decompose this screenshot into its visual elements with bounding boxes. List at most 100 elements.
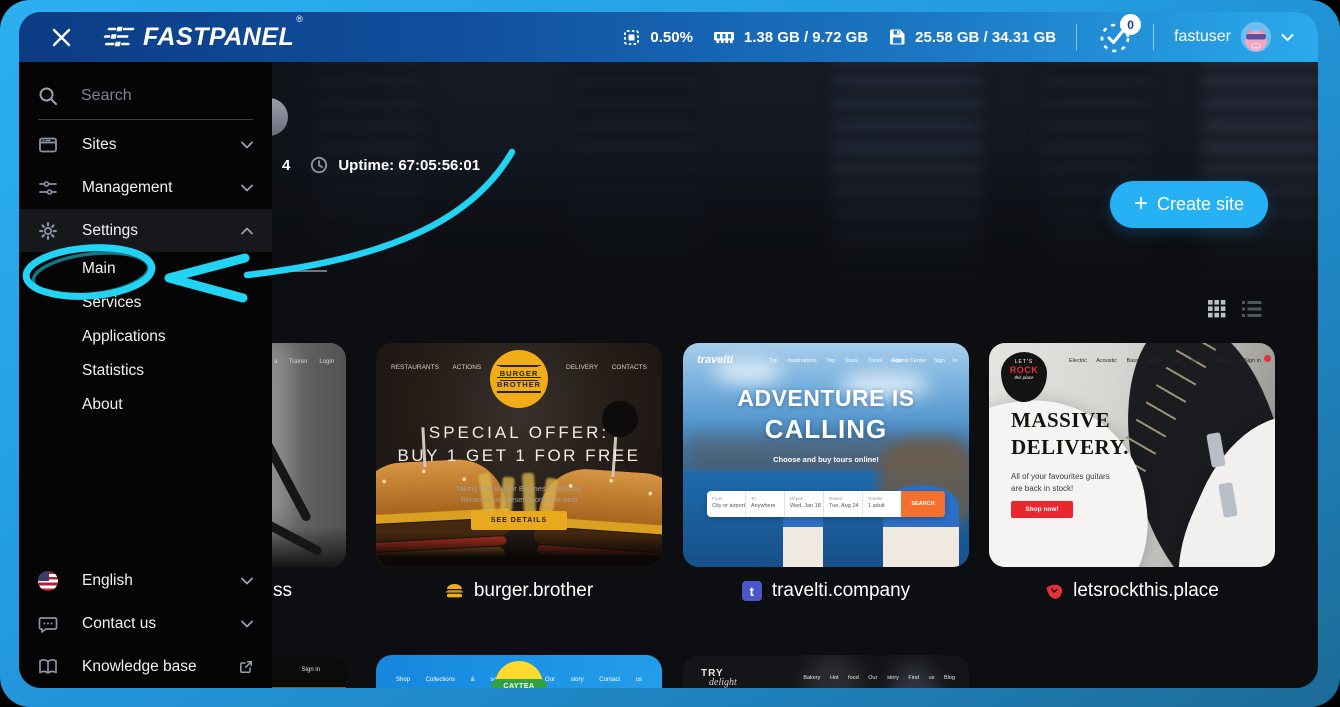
os-version-fragment: 4 — [282, 157, 290, 174]
search-icon — [38, 86, 58, 106]
site-name-burger-brother[interactable]: burger.brother — [376, 580, 662, 602]
logo-registered-mark: ® — [296, 14, 303, 24]
sidebar-item-sites[interactable]: Sites — [19, 123, 272, 166]
site-name-travelti[interactable]: t travelti.company — [683, 580, 969, 602]
cart-badge-decoration — [1264, 355, 1271, 362]
server-uptime: 4 Uptime: 67:05:56:01 — [282, 154, 480, 176]
thumb-nav-text: a Trainer Login — [274, 359, 334, 365]
sliders-icon — [38, 178, 58, 198]
sidebar-item-knowledge-base[interactable]: Knowledge base — [19, 645, 272, 688]
trydelight-logo-script: delight — [709, 677, 737, 688]
topbar-divider — [1153, 24, 1154, 50]
notification-count-badge: 0 — [1120, 14, 1141, 35]
site-thumbnail: TRY delight Bakery Hot food Our story Fi… — [683, 655, 969, 688]
site-card-caytea[interactable]: Shop Collections & sorts Our story Conta… — [376, 655, 662, 688]
site-thumbnail: Sign in — [272, 655, 346, 688]
browser-window-icon — [38, 135, 58, 155]
thumb-headline: SPECIAL OFFER: — [376, 423, 662, 443]
gear-icon — [38, 221, 58, 241]
thumb-button: SEE DETAILS — [471, 511, 567, 530]
subitem-label: Statistics — [82, 362, 144, 380]
site-card-row2-partial[interactable]: Sign in — [272, 655, 346, 688]
tab-underline-fragment — [274, 270, 327, 272]
thumb-search-button: SEARCH — [901, 491, 945, 517]
sidebar-subitem-statistics[interactable]: Statistics — [19, 354, 272, 388]
chevron-down-icon — [241, 141, 253, 149]
thumb-nav-text: Sign in — [302, 667, 320, 673]
open-book-icon — [38, 657, 58, 677]
sidebar-subitem-about[interactable]: About — [19, 388, 272, 422]
site-card-travelti[interactable]: travelti Top destinations Top Tours Trav… — [683, 343, 969, 567]
site-thumbnail: Shop Collections & sorts Our story Conta… — [376, 655, 662, 688]
sidebar-item-label: Sites — [82, 136, 217, 154]
site-thumbnail: travelti Top destinations Top Tours Trav… — [683, 343, 969, 567]
disk-icon — [888, 28, 906, 46]
username: fastuser — [1174, 28, 1231, 46]
sidebar-item-settings[interactable]: Settings — [19, 209, 272, 252]
site-name-fragment[interactable]: ss — [273, 580, 292, 602]
external-link-icon — [239, 660, 253, 674]
uptime-value: Uptime: 67:05:56:01 — [338, 157, 480, 174]
chevron-down-icon — [241, 577, 253, 585]
thumb-tagline: Taking The Burger Business Seriously — [376, 484, 662, 493]
travelti-favicon: t — [742, 581, 762, 601]
site-thumbnail: RESTAURANTS ACTIONS DELIVERY CONTACTS — [376, 343, 662, 567]
equalizer-logo-icon — [100, 26, 135, 48]
site-card-fitness-partial[interactable]: a Trainer Login — [272, 343, 346, 567]
disk-value: 25.58 GB / 34.31 GB — [915, 29, 1056, 46]
site-name-letsrockthis[interactable]: letsrockthis.place — [989, 580, 1275, 602]
topbar: FASTPANEL® 0.50% 1.38 GB / 9.72 GB 25.58… — [19, 12, 1318, 62]
language-label: English — [82, 572, 217, 590]
sidebar-subitem-main[interactable]: Main — [19, 252, 272, 286]
topbar-divider — [1076, 24, 1077, 50]
sidebar-item-language[interactable]: English — [19, 559, 272, 602]
thumb-nav-right: Our story Contact us — [545, 677, 642, 683]
thumb-subtitle: Choose and buy tours online! — [683, 455, 969, 464]
close-menu-button[interactable] — [49, 25, 73, 49]
fastpanel-app: FASTPANEL® 0.50% 1.38 GB / 9.72 GB 25.58… — [19, 12, 1318, 688]
create-site-button[interactable]: + Create site — [1110, 181, 1268, 228]
thumb-nav: Top destinations Top Tours Travel Agents — [769, 358, 909, 364]
thumb-headline: BUY 1 GET 1 FOR FREE — [376, 446, 662, 466]
ram-value: 1.38 GB / 9.72 GB — [744, 29, 868, 46]
us-flag-icon — [38, 571, 58, 591]
chevron-down-icon — [241, 184, 253, 192]
burger-brother-logo: BURGERBROTHER — [490, 350, 548, 408]
search-input[interactable] — [81, 87, 231, 105]
subitem-label: About — [82, 396, 123, 414]
subitem-label: Services — [82, 294, 141, 312]
thumb-headline: MASSIVEDELIVERY. — [1011, 407, 1129, 462]
create-site-label: Create site — [1157, 194, 1244, 215]
sidebar-subitem-applications[interactable]: Applications — [19, 320, 272, 354]
thumb-text: All of your favourites guitarsare back i… — [1011, 471, 1110, 495]
chevron-down-icon — [1281, 33, 1294, 42]
clock-icon — [310, 156, 328, 174]
thumb-headline: ADVENTURE IS — [683, 385, 969, 412]
thumb-nav-left: Shop Collections & sorts — [396, 677, 503, 683]
site-card-trydelight[interactable]: TRY delight Bakery Hot food Our story Fi… — [683, 655, 969, 688]
notifications-button[interactable]: 0 — [1097, 19, 1133, 55]
thumb-nav-left: RESTAURANTS ACTIONS — [391, 364, 481, 371]
settings-submenu: Main Services Applications Statistics Ab… — [19, 252, 272, 422]
site-thumbnail: a Trainer Login — [272, 343, 346, 567]
subitem-label: Main — [82, 260, 116, 278]
sidebar-item-label: Settings — [82, 222, 217, 240]
sidebar: Sites Management Settings Main Services … — [19, 62, 272, 688]
site-name: burger.brother — [474, 580, 593, 602]
sidebar-item-management[interactable]: Management — [19, 166, 272, 209]
sidebar-subitem-services[interactable]: Services — [19, 286, 272, 320]
subitem-label: Applications — [82, 328, 166, 346]
site-card-letsrockthis[interactable]: LET'S ROCK this place Electric Acoustic … — [989, 343, 1275, 567]
grid-view-icon[interactable] — [1208, 300, 1226, 318]
fastpanel-logo[interactable]: FASTPANEL® — [103, 23, 303, 52]
list-view-icon[interactable] — [1242, 300, 1262, 318]
contact-us-label: Contact us — [82, 615, 217, 633]
guitar-pick-favicon — [1042, 579, 1066, 603]
thumb-button: Shop now! — [1011, 501, 1073, 518]
user-menu[interactable]: fastuser — [1174, 22, 1294, 52]
cpu-value: 0.50% — [650, 29, 693, 46]
site-card-burger-brother[interactable]: RESTAURANTS ACTIONS DELIVERY CONTACTS — [376, 343, 662, 567]
lets-rock-logo: LET'S ROCK this place — [1001, 352, 1047, 402]
sidebar-item-contact-us[interactable]: Contact us — [19, 602, 272, 645]
avatar — [1241, 22, 1271, 52]
